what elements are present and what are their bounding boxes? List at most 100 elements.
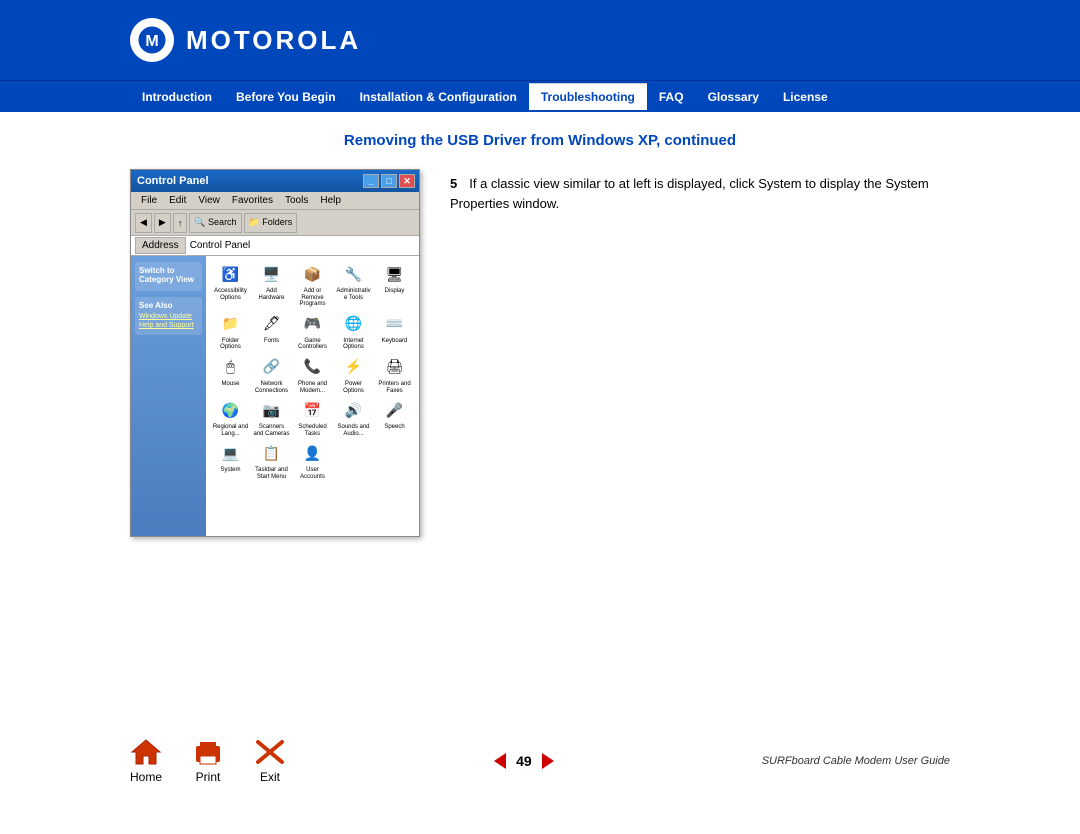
sounds-icon: 🔊 [342,398,366,422]
menu-favorites[interactable]: Favorites [226,195,279,206]
home-button[interactable]: Home [130,738,162,784]
sidebar-switch-label: Switch to Category View [139,266,198,284]
win-titlebar: Control Panel _ □ ✕ [131,170,419,192]
exit-button[interactable]: Exit [254,738,286,784]
address-label: Address [135,237,186,254]
icon-user-accounts[interactable]: 👤 User Accounts [294,441,331,480]
power-icon: ⚡ [342,355,366,379]
system-icon: 💻 [219,441,243,465]
exit-icon [254,738,286,766]
footer-guide-text: SURFboard Cable Modem User Guide [762,755,950,767]
icon-add-remove[interactable]: 📦 Add or Remove Programs [294,262,331,308]
icon-fonts[interactable]: 🖋 Fonts [253,312,290,351]
add-hardware-icon: 🖥️ [260,262,284,286]
toolbar-folders[interactable]: 📁 Folders [244,213,298,233]
home-icon [130,738,162,766]
sidebar-help[interactable]: Help and Support [139,322,198,329]
win-maximize[interactable]: □ [381,174,397,188]
icons-grid: ♿ Accessibility Options 🖥️ Add Hardware … [212,262,413,481]
sidebar-see-also: See Also [139,301,198,310]
menu-edit[interactable]: Edit [163,195,192,206]
nav-license[interactable]: License [771,84,840,110]
menu-help[interactable]: Help [314,195,347,206]
icon-network[interactable]: 🔗 Network Connections [253,355,290,394]
icon-add-hardware[interactable]: 🖥️ Add Hardware [253,262,290,308]
icon-keyboard[interactable]: ⌨️ Keyboard [376,312,413,351]
icon-system[interactable]: 💻 System [212,441,249,480]
icon-regional[interactable]: 🌍 Regional and Lang... [212,398,249,437]
main-content: Removing the USB Driver from Windows XP,… [0,112,1080,557]
icon-power[interactable]: ⚡ Power Options [335,355,372,394]
nav-installation[interactable]: Installation & Configuration [348,84,529,110]
regional-icon: 🌍 [219,398,243,422]
page-number: 49 [516,753,532,769]
user-accounts-icon: 👤 [301,441,325,465]
footer-center: 49 [286,753,762,769]
motorola-text: MOTOROLA [186,25,361,56]
motorola-badge: M [130,18,174,62]
screenshot-container: Control Panel _ □ ✕ File Edit View Favor… [130,169,420,537]
icon-phone-modem[interactable]: 📞 Phone and Modem... [294,355,331,394]
icon-speech[interactable]: 🎤 Speech [376,398,413,437]
keyboard-icon: ⌨️ [383,312,407,336]
icon-mouse[interactable]: 🖱 Mouse [212,355,249,394]
toolbar-back[interactable]: ◀ [135,213,152,233]
nav-faq[interactable]: FAQ [647,84,696,110]
win-toolbar: ◀ ▶ ↑ 🔍 Search 📁 Folders [131,210,419,236]
toolbar-forward[interactable]: ▶ [154,213,171,233]
page-title: Removing the USB Driver from Windows XP,… [130,132,950,149]
win-close[interactable]: ✕ [399,174,415,188]
phone-modem-icon: 📞 [301,355,325,379]
nav-glossary[interactable]: Glossary [696,84,771,110]
taskbar-icon: 📋 [260,441,284,465]
header: M MOTOROLA [0,0,1080,80]
menu-tools[interactable]: Tools [279,195,314,206]
content-area: Control Panel _ □ ✕ File Edit View Favor… [130,169,950,537]
sidebar-section-switch: Switch to Category View [135,262,202,291]
scanners-icon: 📷 [260,398,284,422]
nav-introduction[interactable]: Introduction [130,84,224,110]
win-minimize[interactable]: _ [363,174,379,188]
toolbar-up[interactable]: ↑ [173,213,188,233]
footer-left: Home Print Exit [130,738,286,784]
toolbar-search[interactable]: 🔍 Search [189,213,241,233]
mouse-icon: 🖱 [219,355,243,379]
win-title-text: Control Panel [137,175,209,187]
win-menubar: File Edit View Favorites Tools Help [131,192,419,210]
motorola-m-icon: M [137,25,167,55]
fonts-icon: 🖋 [260,312,284,336]
sidebar-section-links: See Also Windows Update Help and Support [135,297,202,335]
icon-internet-options[interactable]: 🌐 Internet Options [335,312,372,351]
icon-game-controllers[interactable]: 🎮 Game Controllers [294,312,331,351]
speech-icon: 🎤 [383,398,407,422]
next-page-arrow[interactable] [542,753,554,769]
step-text: If a classic view similar to at left is … [450,176,929,211]
footer: Home Print Exit 49 [0,738,1080,784]
icon-display[interactable]: 🖥 Display [376,262,413,308]
icon-scanners[interactable]: 📷 Scanners and Cameras [253,398,290,437]
icon-accessibility[interactable]: ♿ Accessibility Options [212,262,249,308]
prev-page-arrow[interactable] [494,753,506,769]
menu-file[interactable]: File [135,195,163,206]
win-icons-area: ♿ Accessibility Options 🖥️ Add Hardware … [206,256,419,536]
icon-taskbar[interactable]: 📋 Taskbar and Start Menu [253,441,290,480]
nav-troubleshooting[interactable]: Troubleshooting [529,83,647,110]
print-icon [192,738,224,766]
icon-folder-options[interactable]: 📁 Folder Options [212,312,249,351]
icon-scheduled-tasks[interactable]: 📅 Scheduled Tasks [294,398,331,437]
exit-label: Exit [260,770,280,784]
address-value[interactable]: Control Panel [190,240,251,251]
win-sidebar: Switch to Category View See Also Windows… [131,256,206,536]
print-button[interactable]: Print [192,738,224,784]
icon-admin-tools[interactable]: 🔧 Administrative Tools [335,262,372,308]
icon-printers[interactable]: 🖨 Printers and Faxes [376,355,413,394]
step-number: 5 [450,176,457,191]
nav-before-you-begin[interactable]: Before You Begin [224,84,348,110]
sidebar-windows-update[interactable]: Windows Update [139,313,198,320]
menu-view[interactable]: View [192,195,226,206]
admin-tools-icon: 🔧 [342,262,366,286]
win-address-bar: Address Control Panel [131,236,419,256]
text-content: 5 If a classic view similar to at left i… [450,169,950,213]
navbar: Introduction Before You Begin Installati… [0,80,1080,112]
icon-sounds[interactable]: 🔊 Sounds and Audio... [335,398,372,437]
